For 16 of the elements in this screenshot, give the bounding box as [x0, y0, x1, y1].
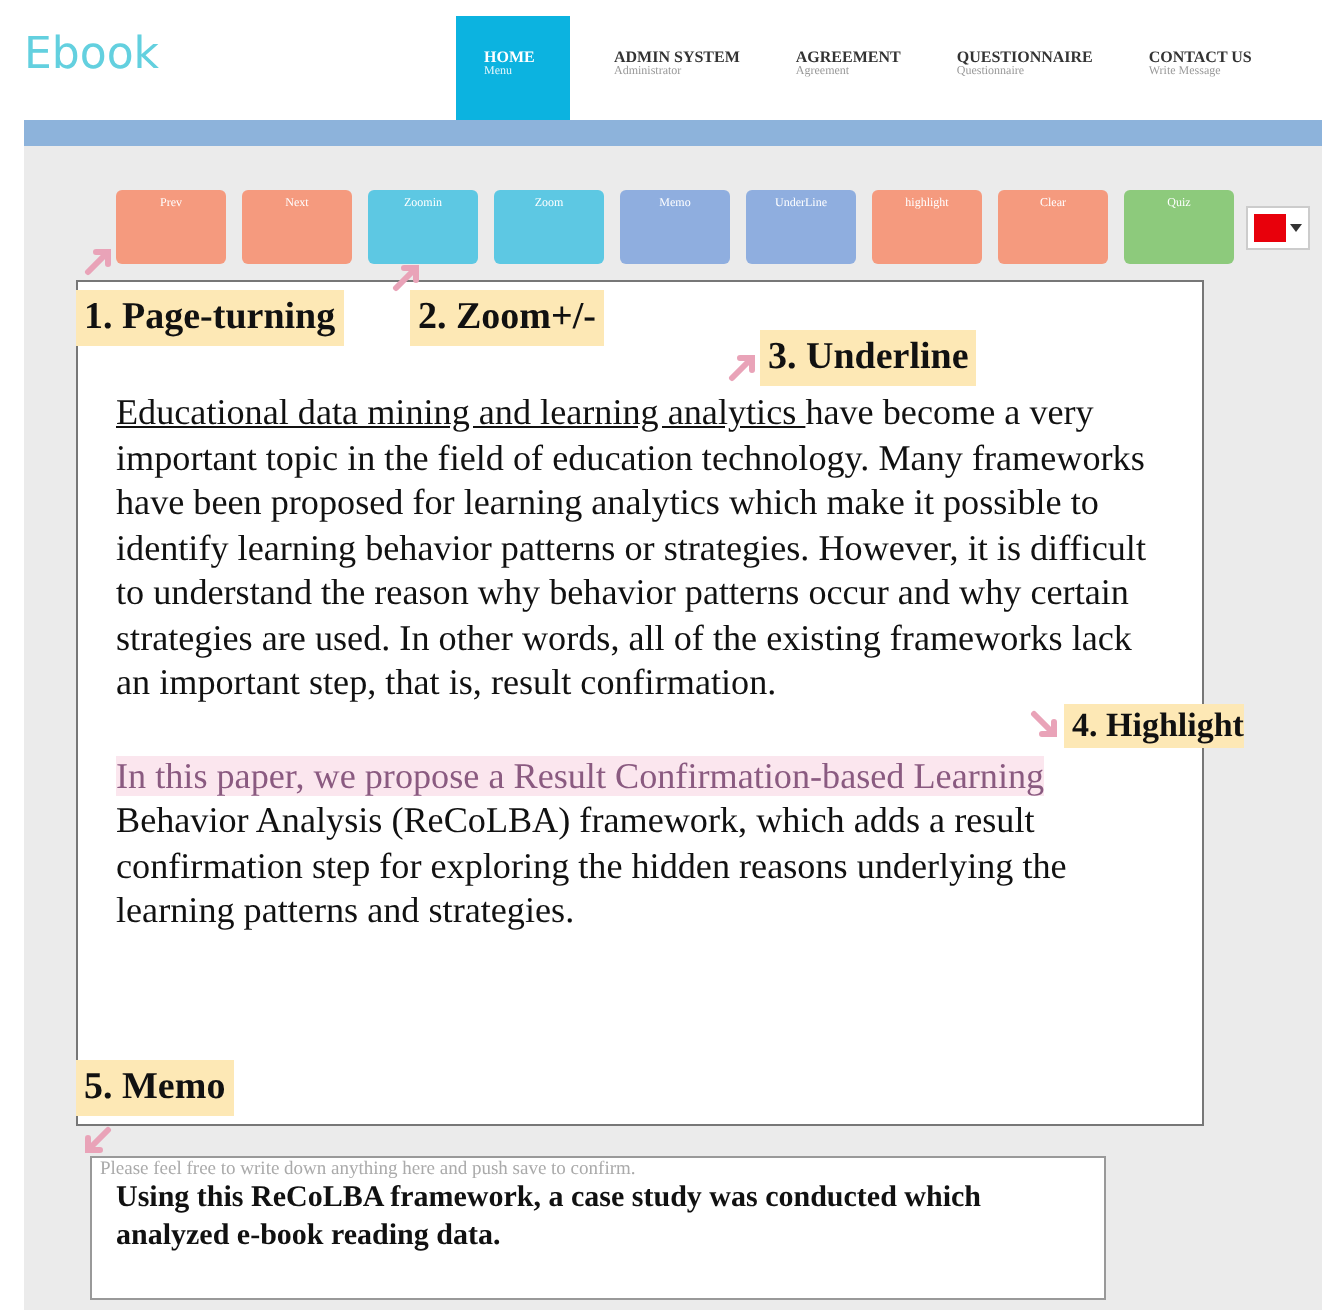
pointer-arrow [728, 354, 756, 382]
callout-label: 1. Page-turning [76, 290, 344, 346]
callout-label: 4. Highlight [1064, 704, 1244, 748]
pointer-arrow [84, 1126, 112, 1154]
paragraph: In this paper, we propose a Result Confirmation-based Learning Behavior Analysis (ReCoLBA) framework, which adds a result confirmation step for exploring the hidden reasons underlying the learning patterns and strategies. [116, 753, 1069, 933]
pointer-arrow [392, 264, 420, 292]
pointer-arrow [84, 248, 112, 276]
memo-field[interactable]: Please feel free to write down anything here and push save to confirm. Using this ReCoLBA framework, a case study was conducted which analyzed e-book reading data. [90, 1156, 1106, 1300]
callout-label: 5. Memo [76, 1060, 234, 1116]
caret-icon [1290, 223, 1302, 231]
callout-label: 3. Underline [760, 330, 977, 386]
paragraph: Educational data mining and learning analytics have become a very important topic in the field of education technology. Many frameworks have been proposed for learning analytics which make it possible to identify learning behavior patterns or strategies. However, it is difficult to understand the reason why behavior patterns occur and why certain strategies are used. In other words, all of the existing frameworks lack an important step, that is, result confirmation. [116, 390, 1148, 705]
color-picker[interactable] [1246, 205, 1310, 249]
pointer-arrow [1030, 710, 1058, 738]
callout-label: 2. Zoom+/- [410, 290, 604, 346]
ebook-logo: Ebook [24, 30, 162, 80]
